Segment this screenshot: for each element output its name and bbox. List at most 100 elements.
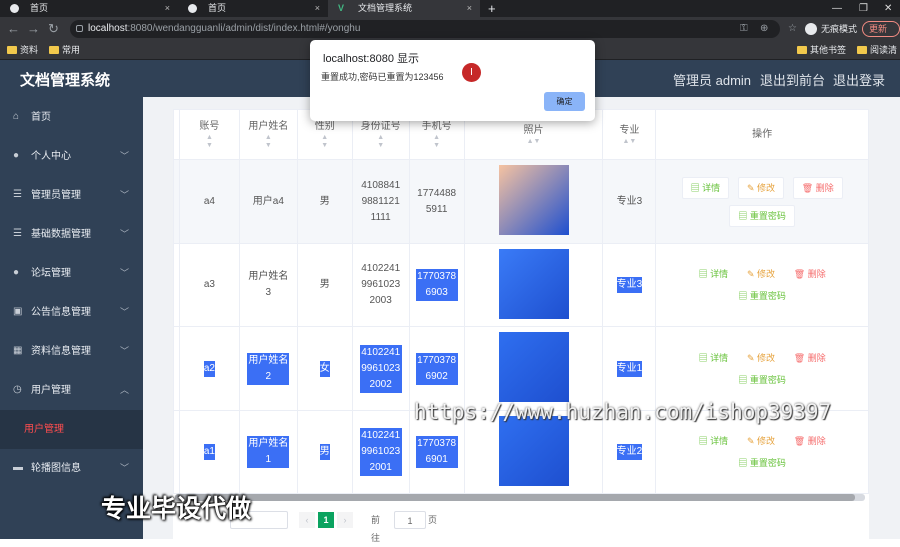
- close-tab-icon[interactable]: ×: [315, 0, 320, 17]
- new-tab-icon[interactable]: +: [488, 0, 496, 17]
- detail-button[interactable]: ▤ 详情: [699, 433, 729, 449]
- close-tab-icon[interactable]: ×: [165, 0, 170, 17]
- reset-password-button[interactable]: ▤ 重置密码: [738, 455, 786, 471]
- column-header[interactable]: 专业 ▲▼: [602, 109, 657, 160]
- phone-cell: 17703786902: [415, 352, 458, 385]
- app-title: 文档管理系统: [20, 72, 111, 89]
- sidebar-item-home[interactable]: ⌂ 首页: [0, 98, 143, 137]
- reset-password-button[interactable]: ▤ 重置密码: [738, 288, 786, 304]
- maximize-icon[interactable]: ❐: [859, 0, 868, 17]
- users-table: 账号 ▲ ▼ 用户姓名 ▲ ▼ 性别 ▲ ▼ 身份证号 ▲ ▼ 手机号 ▲ ▼ 照片 ▲▼ 专业 ▲▼ …: [173, 109, 869, 494]
- edit-button[interactable]: ✎ 修改: [747, 350, 775, 366]
- sort-icon[interactable]: ▲▼: [240, 134, 297, 150]
- sidebar-item-users[interactable]: ◷ 用户管理 ︿: [0, 371, 143, 410]
- chevron-down-icon: ﹀: [119, 463, 129, 473]
- sidebar-item-label: 用户管理: [24, 424, 64, 435]
- sidebar-item-notice[interactable]: ▣ 公告信息管理 ﹀: [0, 293, 143, 332]
- back-icon[interactable]: ←: [7, 17, 20, 41]
- browser-tab-active[interactable]: V 文档管理系统 ×: [328, 0, 480, 17]
- idcard-cell: 410884198811211111: [361, 179, 401, 223]
- address-bar: ← → ↻ localhost:8080/wendangguanli/admin…: [0, 17, 900, 41]
- detail-button[interactable]: ▤ 详情: [681, 176, 730, 199]
- account-cell: a1: [203, 444, 215, 460]
- user-icon: ●: [13, 267, 20, 278]
- dialog-ok-button[interactable]: 确定: [544, 92, 585, 111]
- sidebar-item-basic-data[interactable]: ☰ 基础数据管理 ﹀: [0, 215, 143, 254]
- globe-icon: [10, 4, 19, 13]
- update-button[interactable]: 更新: [862, 21, 900, 37]
- column-header[interactable]: 用户姓名 ▲ ▼: [238, 109, 298, 160]
- forward-icon[interactable]: →: [27, 17, 40, 41]
- horizontal-scrollbar[interactable]: [175, 494, 865, 501]
- url-path: :8080/wendangguanli/admin/dist/index.htm…: [127, 23, 361, 34]
- back-to-frontend-link[interactable]: 退出到前台: [760, 60, 825, 101]
- sort-icon[interactable]: ▲▼: [180, 134, 239, 150]
- minimize-icon[interactable]: —: [832, 0, 842, 17]
- bookmark-folder[interactable]: 其他书签: [797, 41, 846, 60]
- globe-icon: [188, 4, 197, 13]
- reload-icon[interactable]: ↻: [48, 17, 59, 41]
- dialog-message: 重置成功,密码已重置为123456: [321, 72, 444, 82]
- bookmark-folder[interactable]: 资料: [7, 41, 38, 60]
- alert-dialog: localhost:8080 显示 重置成功,密码已重置为123456 确定: [310, 40, 595, 121]
- next-page-button[interactable]: ›: [337, 512, 353, 528]
- bookmark-star-icon[interactable]: ☆: [788, 17, 797, 41]
- watermark-url: https://www.huzhan.com/ishop39397: [414, 400, 832, 424]
- delete-button[interactable]: 🗑 删除: [794, 433, 826, 449]
- delete-button[interactable]: 🗑 删除: [792, 176, 843, 199]
- scrollbar-thumb[interactable]: [175, 494, 855, 501]
- major-cell: 专业2: [616, 444, 643, 460]
- user-photo[interactable]: [498, 332, 569, 402]
- browser-tab[interactable]: 首页 ×: [178, 0, 328, 17]
- delete-button[interactable]: 🗑 删除: [794, 350, 826, 366]
- incognito-indicator[interactable]: 无痕模式: [805, 17, 857, 41]
- edit-button[interactable]: ✎ 修改: [747, 433, 775, 449]
- table-row: a3 用户姓名3 男 410224199610232003 1770378690…: [173, 243, 869, 327]
- zoom-icon[interactable]: ⊕: [760, 17, 768, 41]
- page-unit-label: 页: [428, 515, 438, 525]
- browser-tab[interactable]: 首页 ×: [0, 0, 178, 17]
- user-photo[interactable]: [498, 415, 569, 486]
- sidebar-item-admin[interactable]: ☰ 管理员管理 ﹀: [0, 176, 143, 215]
- sort-icon[interactable]: ▲▼: [353, 134, 409, 150]
- idcard-cell: 410224199610232003: [361, 263, 401, 306]
- reset-password-button[interactable]: ▤ 重置密码: [738, 372, 786, 388]
- major-cell: 专业3: [616, 195, 643, 207]
- page-number[interactable]: 1: [318, 512, 334, 528]
- url-input[interactable]: localhost:8080/wendangguanli/admin/dist/…: [70, 20, 780, 38]
- gender-cell: 男: [319, 279, 330, 290]
- detail-button[interactable]: ▤ 详情: [699, 350, 729, 366]
- sort-icon[interactable]: ▲▼: [410, 134, 464, 150]
- detail-button[interactable]: ▤ 详情: [699, 266, 729, 282]
- sort-icon[interactable]: ▲▼: [465, 138, 603, 146]
- edit-button[interactable]: ✎ 修改: [747, 266, 775, 282]
- window-close-icon[interactable]: ✕: [884, 0, 892, 17]
- column-header[interactable]: 账号 ▲ ▼: [178, 109, 240, 160]
- bookmark-folder[interactable]: 常用: [49, 41, 80, 60]
- user-photo[interactable]: [498, 165, 569, 235]
- sidebar-item-profile[interactable]: ● 个人中心 ﹀: [0, 137, 143, 176]
- prev-page-button[interactable]: ‹: [299, 512, 315, 528]
- sidebar-item-forum[interactable]: ● 论坛管理 ﹀: [0, 254, 143, 293]
- phone-cell: 17744885911: [417, 187, 457, 215]
- user-photo[interactable]: [498, 248, 569, 319]
- key-icon[interactable]: ⚿: [740, 17, 748, 41]
- delete-button[interactable]: 🗑 删除: [794, 266, 826, 282]
- sidebar-item-carousel[interactable]: ▬ 轮播图信息 ﹀: [0, 449, 143, 488]
- gender-cell: 男: [319, 195, 330, 207]
- name-cell: 用户姓名3: [248, 271, 289, 298]
- sort-icon[interactable]: ▲▼: [603, 138, 655, 146]
- logout-link[interactable]: 退出登录: [833, 60, 885, 101]
- goto-page-input[interactable]: 1: [394, 511, 426, 529]
- sidebar-subitem-users[interactable]: 用户管理: [0, 410, 143, 449]
- info-icon: [76, 25, 83, 32]
- reset-password-button[interactable]: ▤ 重置密码: [729, 204, 795, 227]
- list-icon: ☰: [13, 189, 22, 200]
- sort-icon[interactable]: ▲▼: [298, 134, 352, 150]
- sidebar-item-materials[interactable]: ▦ 资料信息管理 ﹀: [0, 332, 143, 371]
- chevron-down-icon: ﹀: [119, 190, 129, 200]
- home-icon: ⌂: [13, 111, 20, 122]
- edit-button[interactable]: ✎ 修改: [737, 176, 784, 199]
- close-tab-icon[interactable]: ×: [467, 0, 472, 17]
- grid-icon: ▦: [13, 345, 23, 356]
